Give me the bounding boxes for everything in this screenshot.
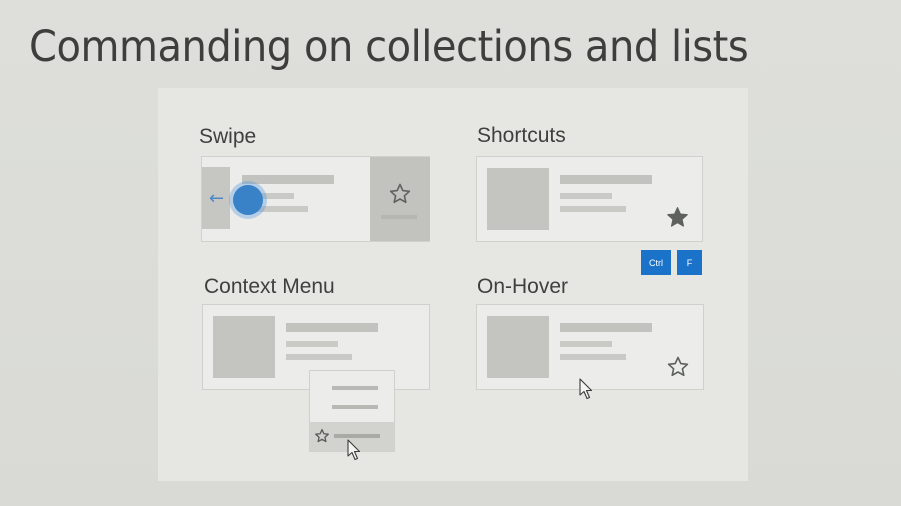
slide: Commanding on collections and lists Swip… [0,0,901,506]
examples-panel: Swipe ← Shortcuts Ctrl F Context Menu On… [158,88,748,481]
menu-item-line[interactable] [332,386,378,390]
swipe-arrow-icon: ← [209,188,225,209]
menu-item-line[interactable] [332,405,378,409]
context-menu[interactable] [309,370,395,461]
shortcuts-list-item[interactable] [476,156,703,242]
item-meta-line [286,354,352,360]
item-subtitle-line [560,193,612,199]
item-subtitle-line [286,341,338,347]
item-title-line [560,175,652,184]
context-menu-label: Context Menu [204,275,335,298]
action-label-line [381,215,417,219]
slide-title: Commanding on collections and lists [29,22,749,72]
item-title-line [560,323,652,332]
swipe-list-item[interactable]: ← [201,156,430,242]
item-subtitle-line [560,341,612,347]
swipe-action-area[interactable] [370,157,430,241]
hover-list-item[interactable] [476,304,704,400]
item-meta-line [560,206,626,212]
star-outline-icon [314,428,330,444]
item-thumbnail [487,316,549,378]
item-title-line [286,323,378,332]
mouse-cursor-icon [347,439,361,461]
shortcuts-label: Shortcuts [477,124,566,147]
item-thumbnail [213,316,275,378]
star-outline-icon[interactable] [666,355,690,379]
swipe-label: Swipe [199,125,257,148]
touch-point-icon [233,185,263,215]
star-outline-icon[interactable] [388,182,412,206]
item-meta-line [560,354,626,360]
on-hover-label: On-Hover [477,275,569,298]
item-thumbnail [487,168,549,230]
star-filled-icon[interactable] [665,205,690,230]
menu-item-line [334,434,380,438]
f-key: F [677,250,702,275]
ctrl-key: Ctrl [641,250,671,275]
item-title-line [242,175,334,184]
mouse-cursor-icon [579,378,593,400]
